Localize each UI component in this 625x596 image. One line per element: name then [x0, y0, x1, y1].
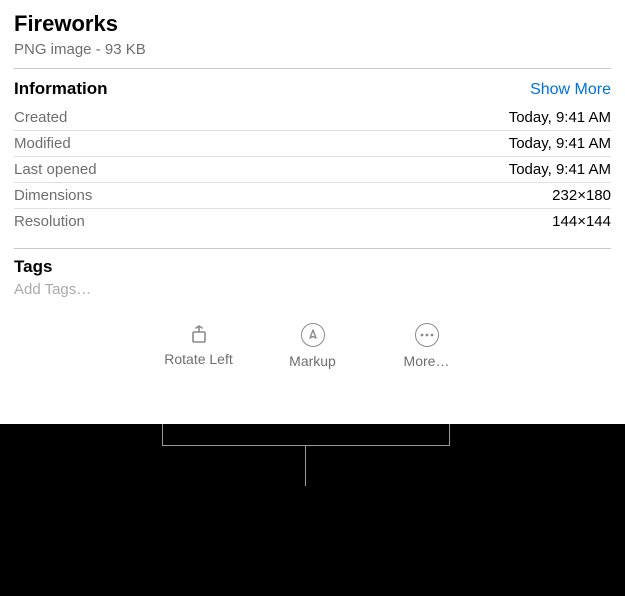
info-row: Last opened Today, 9:41 AM — [14, 157, 611, 183]
callout-stem — [305, 446, 306, 486]
info-row: Created Today, 9:41 AM — [14, 105, 611, 131]
info-value: Today, 9:41 AM — [509, 161, 611, 178]
information-heading: Information — [14, 79, 108, 99]
tags-heading: Tags — [14, 257, 611, 277]
annotation-backdrop — [0, 424, 625, 596]
info-value: Today, 9:41 AM — [509, 109, 611, 126]
info-label: Modified — [14, 135, 71, 152]
info-value: Today, 9:41 AM — [509, 135, 611, 152]
action-label: Rotate Left — [164, 351, 233, 367]
more-button[interactable]: More… — [392, 323, 462, 369]
info-row: Modified Today, 9:41 AM — [14, 131, 611, 157]
information-section-header: Information Show More — [14, 69, 611, 105]
markup-icon — [301, 323, 325, 347]
callout-bracket — [162, 424, 450, 446]
file-title: Fireworks — [14, 10, 611, 39]
action-label: Markup — [289, 353, 336, 369]
info-value: 144×144 — [552, 213, 611, 230]
info-label: Dimensions — [14, 187, 92, 204]
info-value: 232×180 — [552, 187, 611, 204]
info-label: Last opened — [14, 161, 97, 178]
info-row: Resolution 144×144 — [14, 209, 611, 234]
more-icon — [415, 323, 439, 347]
info-row: Dimensions 232×180 — [14, 183, 611, 209]
rotate-left-button[interactable]: Rotate Left — [164, 323, 234, 369]
quick-actions: Rotate Left Markup More… — [14, 323, 611, 375]
info-panel: Fireworks PNG image - 93 KB Information … — [0, 0, 625, 375]
info-label: Resolution — [14, 213, 85, 230]
tags-input[interactable] — [14, 281, 611, 298]
info-label: Created — [14, 109, 67, 126]
markup-button[interactable]: Markup — [278, 323, 348, 369]
action-label: More… — [404, 353, 450, 369]
tags-section: Tags — [14, 248, 611, 299]
show-more-link[interactable]: Show More — [530, 81, 611, 99]
file-subtitle: PNG image - 93 KB — [14, 41, 611, 69]
rotate-left-icon — [188, 323, 210, 345]
information-list: Created Today, 9:41 AM Modified Today, 9… — [14, 105, 611, 234]
